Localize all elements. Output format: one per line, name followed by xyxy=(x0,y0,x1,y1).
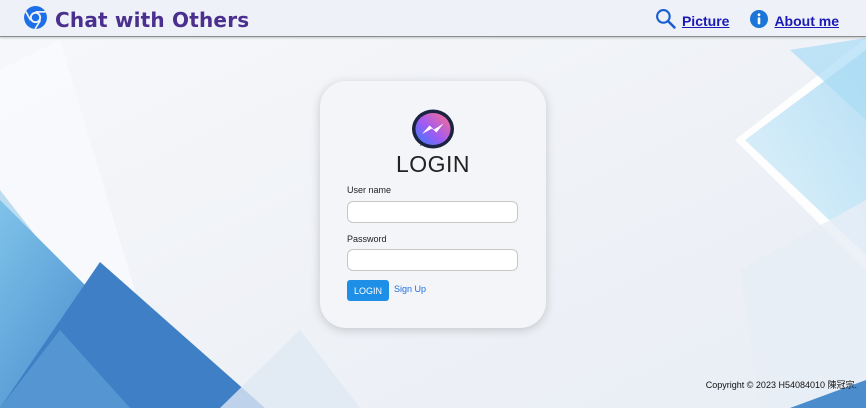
login-title: LOGIN xyxy=(395,151,471,177)
nav-item-about[interactable]: About me xyxy=(750,9,839,32)
username-label: User name xyxy=(347,185,392,195)
login-card: LOGIN User name Password LOGIN Sign Up xyxy=(320,81,546,328)
brand[interactable]: Chat with Others xyxy=(23,5,249,34)
top-nav: Picture About me xyxy=(634,8,839,33)
nav-item-picture[interactable]: Picture xyxy=(655,8,729,33)
about-me-link[interactable]: About me xyxy=(774,13,839,29)
login-button[interactable]: LOGIN xyxy=(347,280,389,301)
info-icon xyxy=(750,9,769,32)
copyright-footer: Copyright © 2023 H54084010 陳冠宗. xyxy=(705,380,857,390)
search-icon xyxy=(655,8,676,33)
sign-up-link[interactable]: Sign Up xyxy=(394,284,426,294)
username-input[interactable] xyxy=(347,201,518,223)
top-navbar: Chat with Others Picture About me xyxy=(0,0,866,37)
picture-link[interactable]: Picture xyxy=(682,13,729,29)
chrome-icon xyxy=(23,5,48,34)
password-label: Password xyxy=(347,234,387,244)
app-title: Chat with Others xyxy=(55,7,250,32)
password-input[interactable] xyxy=(347,249,518,271)
